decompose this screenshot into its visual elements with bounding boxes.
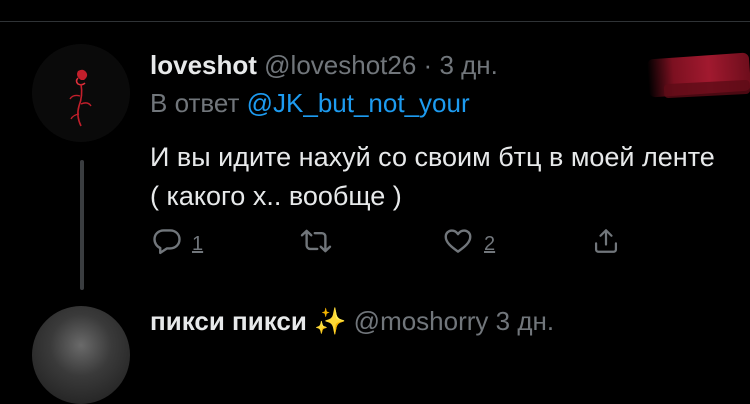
display-name[interactable]: loveshot bbox=[150, 50, 257, 80]
reply-count[interactable]: 1 bbox=[192, 234, 203, 254]
reply-context: В ответ @JK_but_not_your bbox=[150, 88, 470, 118]
timestamp[interactable]: 3 дн. bbox=[439, 50, 497, 80]
like-count[interactable]: 2 bbox=[484, 234, 495, 254]
share-icon bbox=[594, 229, 618, 253]
rose-icon bbox=[32, 44, 130, 142]
tweet-actions: 1 2 bbox=[150, 226, 630, 262]
top-divider bbox=[0, 21, 750, 22]
redaction-mark-shadow bbox=[663, 79, 750, 99]
sparkle-emoji: ✨ bbox=[314, 306, 347, 336]
avatar[interactable] bbox=[32, 44, 130, 142]
reply-button[interactable]: 1 bbox=[152, 226, 203, 256]
retweet-button[interactable] bbox=[300, 226, 332, 256]
heart-icon bbox=[444, 229, 472, 253]
separator-dot: · bbox=[423, 50, 433, 80]
next-tweet-avatar[interactable] bbox=[32, 306, 130, 404]
next-user-handle[interactable]: @moshorry bbox=[354, 306, 489, 336]
next-display-name[interactable]: пикси пикси bbox=[150, 306, 307, 336]
thread-line bbox=[80, 160, 84, 290]
like-button[interactable]: 2 bbox=[442, 226, 495, 256]
next-timestamp[interactable]: 3 дн. bbox=[496, 306, 554, 336]
next-tweet-header: пикси пикси ✨ @moshorry 3 дн. bbox=[150, 306, 554, 336]
reply-mention-link[interactable]: @JK_but_not_your bbox=[247, 88, 470, 118]
reply-prefix: В ответ bbox=[150, 88, 240, 118]
reply-icon bbox=[153, 229, 181, 255]
tweet-header: loveshot @loveshot26 · 3 дн. bbox=[150, 50, 498, 80]
tweet-text: И вы идите нахуй со своим бтц в моей лен… bbox=[150, 142, 715, 211]
user-handle[interactable]: @loveshot26 bbox=[264, 50, 416, 80]
share-button[interactable] bbox=[592, 226, 620, 256]
retweet-icon bbox=[300, 229, 332, 253]
